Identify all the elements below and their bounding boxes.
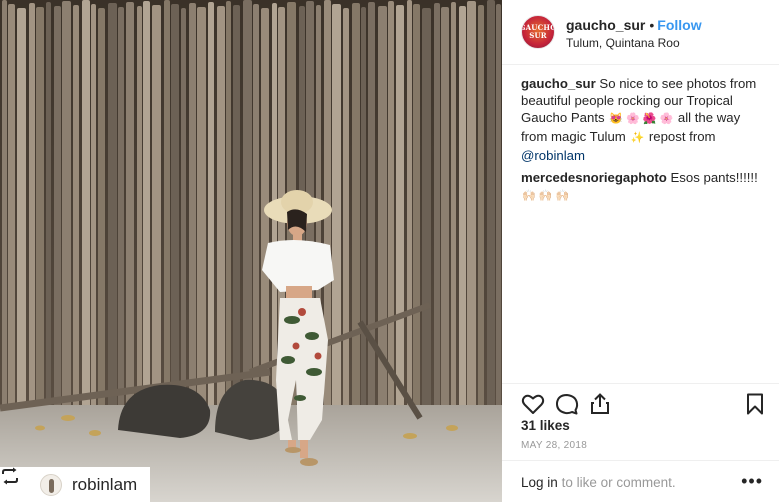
fence-stick [352,3,360,423]
avatar-logo-line2: SUR [529,31,547,40]
fence-stick [467,1,476,421]
login-prompt: Log in to like or comment. [521,475,676,490]
follow-button[interactable]: Follow [657,17,701,33]
comment-text: repost from [648,129,716,144]
separator-dot: • [649,17,655,33]
fence-stick [98,8,105,428]
fence-stick [143,1,150,421]
fence-stick [8,4,15,424]
fence-stick [82,0,90,420]
fence-stick [332,4,341,424]
heart-icon[interactable] [521,392,545,416]
bookmark-icon[interactable] [743,392,767,416]
fence-stick [413,4,420,424]
post-photo[interactable]: robinlam [0,0,502,502]
fence-stick [451,2,456,422]
fence-stick [126,2,134,422]
more-options-icon[interactable]: ••• [741,471,763,492]
fence-stick [459,6,466,426]
profile-avatar[interactable]: GAUCHO SUR [521,15,555,49]
fence-stick [164,0,170,420]
fence-stick [478,5,484,425]
fence-stick [496,4,501,424]
fence-stick [2,0,7,420]
header-username[interactable]: gaucho_sur [566,17,645,33]
comment-username[interactable]: mercedesnoriegaphoto [521,170,667,185]
fence-stick [208,2,214,422]
fence-stick [118,7,124,427]
fence-stick [108,3,117,423]
emoji-group: 🙌🏻 🙌🏻 🙌🏻 [522,190,570,202]
share-icon[interactable] [588,392,612,416]
caption-comment: gaucho_sur So nice to see photos from be… [521,75,766,164]
comment-item: mercedesnoriegaphoto Esos pants!!!!!! 🙌🏻… [521,169,766,205]
fence-stick [434,3,440,423]
fence-stick [396,5,404,425]
sandal [300,458,318,466]
fence-stick [152,5,161,425]
fence-stick [29,3,35,423]
fence-stick [62,1,71,421]
comments-list: gaucho_sur So nice to see photos from be… [521,75,766,210]
fence-stick [197,7,206,427]
fence-stick [73,5,79,425]
photo-illustration [0,0,502,502]
fence-stick [253,4,259,424]
fence-stick [441,7,449,427]
fence-stick [217,6,225,426]
fence-stick [368,2,375,422]
floral-pants [276,298,328,440]
fence-stick [137,6,142,426]
repost-icon [2,467,30,497]
sparkles-emoji: ✨ [630,132,645,144]
fence-stick [54,6,61,426]
post-date: MAY 28, 2018 [521,440,588,451]
emoji-group: 😻 🌸 🌺 🌸 [609,113,674,125]
action-bar [502,383,779,423]
repost-tag[interactable]: robinlam [0,467,150,502]
comment-text: Esos pants!!!!!! [670,170,758,185]
comment-icon[interactable] [555,392,579,416]
fence-stick [361,7,366,427]
post-details-panel: GAUCHO SUR gaucho_sur • Follow Tulum, Quin… [502,0,779,502]
fence-stick [181,8,186,428]
stick-fence [2,0,501,428]
fence-stick [422,8,431,428]
login-prompt-text: to like or comment. [561,475,676,490]
repost-username: robinlam [72,474,138,494]
fence-stick [407,0,412,420]
fence-stick [17,8,26,428]
fence-stick [343,8,349,428]
fence-stick [46,2,51,422]
fence-stick [388,1,394,421]
post-header: GAUCHO SUR gaucho_sur • Follow Tulum, Quin… [502,0,779,65]
fence-stick [233,5,240,425]
fence-stick [36,7,44,427]
fence-stick [487,0,495,420]
comment-username[interactable]: gaucho_sur [521,76,596,91]
repost-avatar [40,473,62,496]
fence-stick [243,0,252,420]
fence-stick [226,1,231,421]
location-link[interactable]: Tulum, Quintana Roo [566,36,680,50]
fence-stick [91,4,96,424]
login-link[interactable]: Log in [521,475,558,490]
fence-stick [189,3,196,423]
header-user-line: gaucho_sur • Follow [566,17,702,33]
login-bar: Log in to like or comment. ••• [502,460,779,502]
mention-link[interactable]: @robinlam [521,148,585,163]
fence-stick [171,4,179,424]
midriff [286,286,312,298]
likes-count[interactable]: 31 likes [521,418,570,433]
